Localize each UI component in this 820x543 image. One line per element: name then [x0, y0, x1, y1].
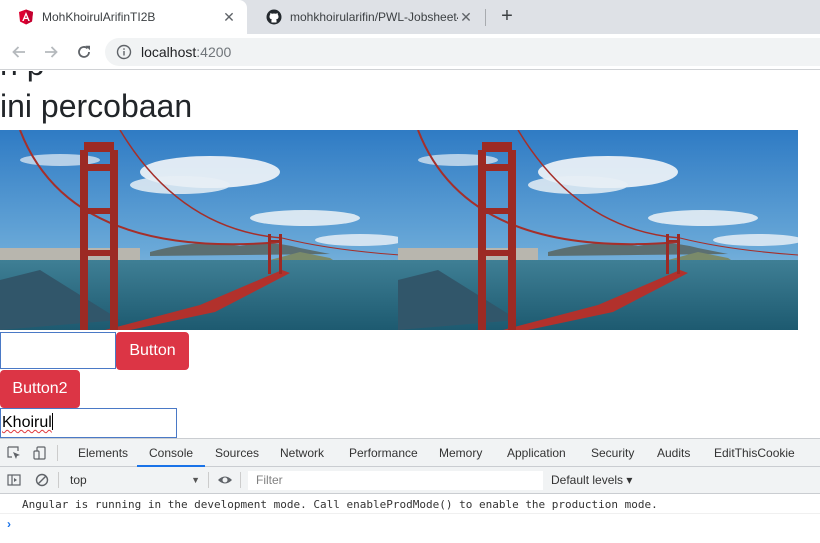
- tab-elements[interactable]: Elements: [78, 439, 128, 467]
- tab-performance[interactable]: Performance: [349, 439, 418, 467]
- tab-security[interactable]: Security: [591, 439, 634, 467]
- url-port: :4200: [196, 44, 232, 60]
- info-icon[interactable]: [116, 44, 132, 60]
- tab-inactive[interactable]: mohkhoirularifin/PWL-Jobsheet4 ✕: [248, 0, 484, 34]
- eye-icon[interactable]: [217, 472, 233, 488]
- console-message: Angular is running in the development mo…: [0, 495, 820, 514]
- tab-title: MohKhoirulArifinTI2B: [42, 10, 156, 24]
- tab-title: mohkhoirularifin/PWL-Jobsheet4: [290, 10, 458, 24]
- close-tab-icon[interactable]: ✕: [221, 9, 237, 25]
- tab-sources[interactable]: Sources: [215, 439, 259, 467]
- toolbar-divider: [58, 472, 59, 488]
- tab-audits[interactable]: Audits: [657, 439, 690, 467]
- tab-editthiscookie[interactable]: EditThisCookie: [714, 439, 795, 467]
- toolbar-divider: [208, 472, 209, 488]
- tab-active[interactable]: MohKhoirulArifinTI2B ✕: [0, 0, 247, 34]
- reload-icon[interactable]: [73, 41, 95, 63]
- page-viewport: h p ini percobaan: [0, 71, 820, 438]
- url-host: localhost: [141, 44, 197, 60]
- text-input[interactable]: [0, 332, 116, 369]
- device-toolbar-icon[interactable]: [32, 445, 48, 461]
- inspect-element-icon[interactable]: [6, 445, 22, 461]
- toolbar-divider: [240, 472, 241, 488]
- button2[interactable]: Button2: [0, 370, 80, 408]
- show-sidebar-icon[interactable]: [6, 472, 22, 488]
- page-heading: ini percobaan: [0, 88, 193, 124]
- page-heading-partial: h p: [0, 71, 44, 83]
- tab-console[interactable]: Console: [137, 439, 206, 467]
- back-icon[interactable]: [8, 41, 30, 63]
- toolbar-divider: [57, 445, 58, 461]
- tab-strip: MohKhoirulArifinTI2B ✕ mohkhoirularifin/…: [0, 0, 820, 34]
- tab-divider: [485, 9, 486, 26]
- new-tab-button[interactable]: +: [497, 6, 517, 27]
- tab-network[interactable]: Network: [280, 439, 324, 467]
- devtools-panel: Elements Console Sources Network Perform…: [0, 438, 820, 543]
- devtools-tab-bar: Elements Console Sources Network Perform…: [0, 439, 820, 467]
- bridge-image: [0, 130, 400, 330]
- context-value: top: [70, 473, 87, 487]
- address-bar[interactable]: localhost:4200: [105, 38, 820, 66]
- text-caret: [51, 413, 53, 430]
- bridge-image: [398, 130, 798, 330]
- github-icon: [266, 9, 282, 25]
- button[interactable]: Button: [116, 332, 189, 370]
- clear-console-icon[interactable]: [34, 472, 50, 488]
- browser-toolbar: localhost:4200: [0, 34, 820, 70]
- tab-memory[interactable]: Memory: [439, 439, 482, 467]
- forward-icon[interactable]: [40, 41, 62, 63]
- angular-icon: [18, 9, 34, 25]
- name-input[interactable]: Khoirul: [0, 408, 177, 438]
- log-levels-dropdown[interactable]: Default levels ▾: [551, 471, 632, 490]
- console-toolbar: top ▼ Filter Default levels ▾: [0, 467, 820, 494]
- close-tab-icon[interactable]: ✕: [458, 9, 474, 25]
- name-input-value: Khoirul: [2, 414, 52, 431]
- console-filter-input[interactable]: Filter: [248, 471, 543, 490]
- context-selector[interactable]: top ▼: [66, 471, 204, 490]
- console-prompt-icon[interactable]: ›: [7, 517, 11, 531]
- tab-application[interactable]: Application: [507, 439, 566, 467]
- dropdown-arrow-icon: ▼: [191, 475, 200, 485]
